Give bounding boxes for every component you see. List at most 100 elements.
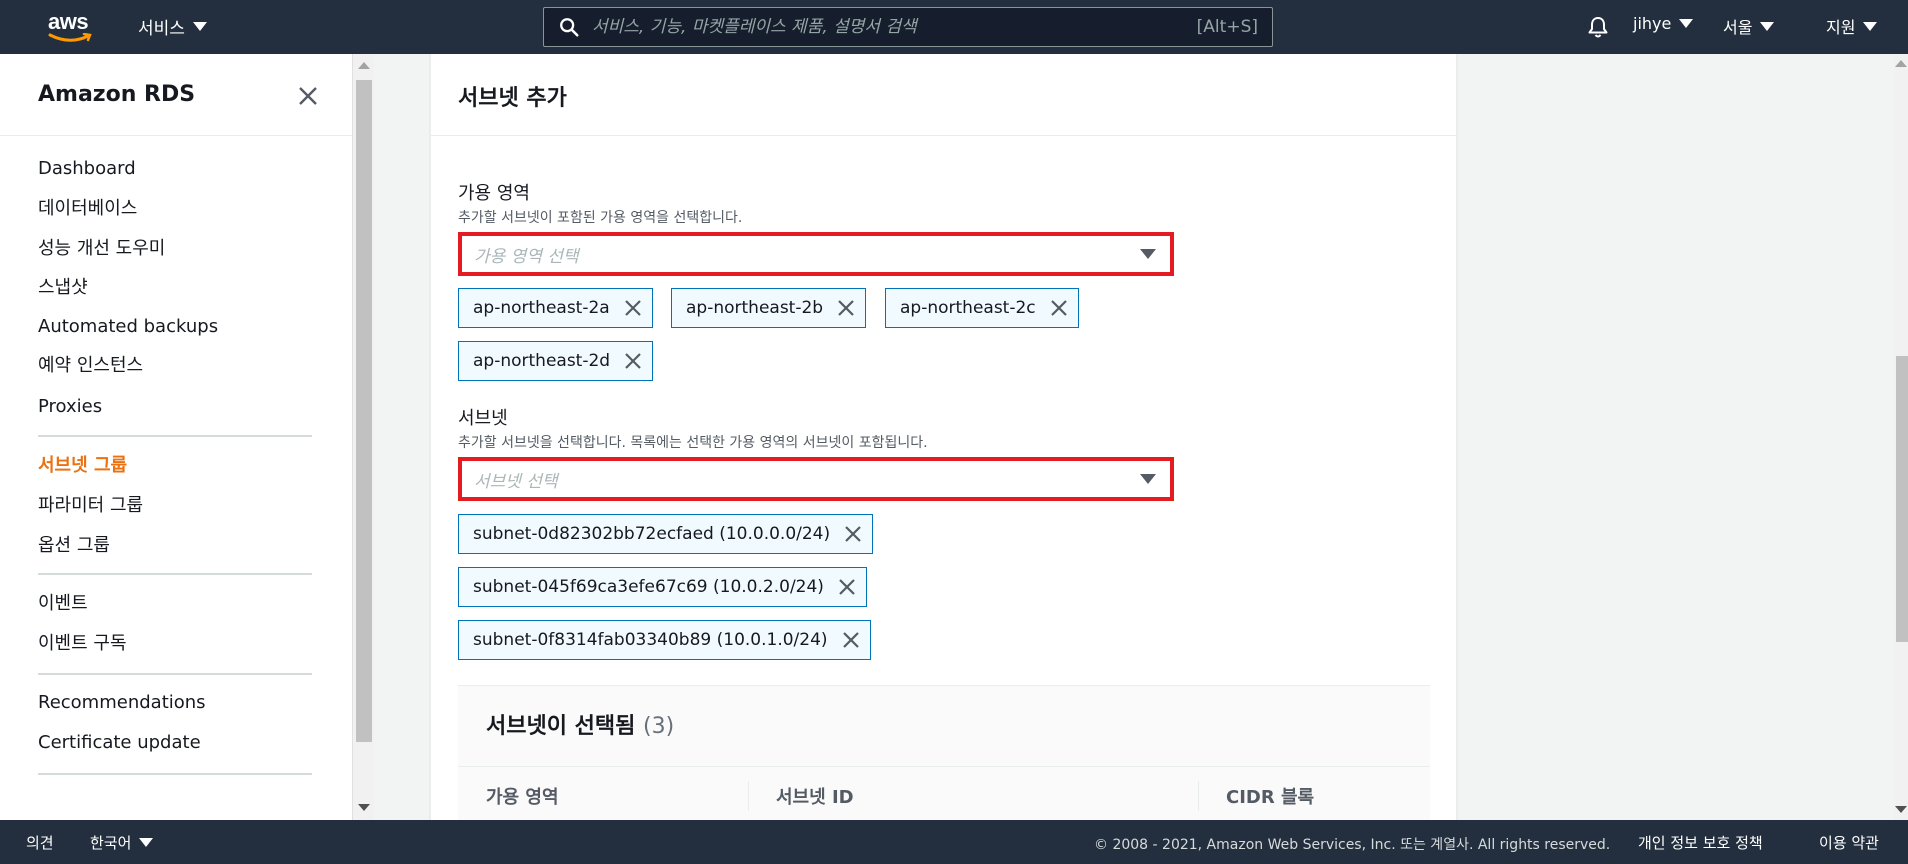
subnet-field-label: 서브넷 [458,408,508,429]
aws-smile-icon [48,33,92,42]
token-label: subnet-0f8314fab03340b89 (10.0.1.0/24) [473,630,828,650]
remove-token-icon[interactable] [835,297,857,319]
scroll-up-arrow-icon[interactable] [358,62,370,69]
token-label: ap-northeast-2d [473,351,611,371]
sidebar-title: Amazon RDS [38,82,196,107]
remove-token-icon[interactable] [842,523,864,545]
sidebar-item-subnet-groups[interactable]: 서브넷 그룹 [38,451,127,477]
terms-link[interactable]: 이용 약관 [1819,832,1879,853]
remove-token-icon[interactable] [1048,297,1070,319]
sidebar-item-recommendations[interactable]: Recommendations [38,692,206,713]
remove-token-icon[interactable] [836,576,858,598]
top-navigation-bar: aws 서비스 [Alt+S] jihye 서울 지원 [0,0,1908,54]
sidebar-header: Amazon RDS [0,54,352,136]
table-header-row: 가용 영역 서브넷 ID CIDR 블록 [458,766,1430,821]
column-header-subnet-id[interactable]: 서브넷 ID [776,783,854,809]
sidebar-divider [38,773,312,775]
services-menu[interactable]: 서비스 [138,14,207,39]
az-token: ap-northeast-2b [671,288,867,328]
az-token: ap-northeast-2d [458,341,654,381]
column-divider [1198,781,1199,811]
scroll-up-arrow-icon[interactable] [1895,60,1907,67]
sidebar-divider [38,435,312,437]
sidebar-item-dashboard[interactable]: Dashboard [38,158,136,179]
subnet-token: subnet-0f8314fab03340b89 (10.0.1.0/24) [458,620,871,660]
subnet-token: subnet-045f69ca3efe67c69 (10.0.2.0/24) [458,567,867,607]
services-label: 서비스 [138,19,185,39]
sidebar-scrollbar[interactable] [352,54,374,820]
subnet-token: subnet-0d82302bb72ecfaed (10.0.0.0/24) [458,514,874,554]
scrollbar-thumb[interactable] [1896,356,1908,642]
user-label: jihye [1633,14,1672,33]
sidebar-item-databases[interactable]: 데이터베이스 [38,194,137,220]
close-icon[interactable] [296,84,320,108]
az-token: ap-northeast-2a [458,288,653,328]
remove-token-icon[interactable] [622,350,644,372]
az-select-placeholder: 가용 영역 선택 [474,246,579,267]
column-header-az[interactable]: 가용 영역 [486,783,559,809]
az-field-label: 가용 영역 [458,183,530,204]
feedback-link[interactable]: 의견 [26,832,54,853]
az-token: ap-northeast-2c [885,288,1079,328]
token-label: subnet-0d82302bb72ecfaed (10.0.0.0/24) [473,524,831,544]
chevron-down-icon [139,838,154,847]
scroll-down-arrow-icon[interactable] [1895,806,1907,813]
subnet-select[interactable]: 서브넷 선택 [458,457,1174,501]
token-label: ap-northeast-2a [473,298,610,318]
region-menu[interactable]: 서울 [1723,14,1775,38]
support-label: 지원 [1826,18,1856,37]
user-menu[interactable]: jihye [1633,14,1694,33]
sidebar-divider [38,673,312,675]
scroll-down-arrow-icon[interactable] [358,804,370,811]
sidebar-item-option-groups[interactable]: 옵션 그룹 [38,531,110,557]
chevron-down-icon [1679,19,1694,28]
sidebar-item-snapshots[interactable]: 스냅샷 [38,273,88,299]
selected-subnets-count: (3) [643,714,675,739]
chevron-down-icon [1863,21,1878,31]
region-label: 서울 [1723,18,1753,37]
sidebar-item-event-subscriptions[interactable]: 이벤트 구독 [38,629,127,655]
column-header-cidr[interactable]: CIDR 블록 [1226,783,1314,809]
token-label: subnet-045f69ca3efe67c69 (10.0.2.0/24) [473,577,824,597]
chevron-down-icon [192,22,207,31]
aws-logo-text: aws [48,9,89,34]
aws-logo[interactable]: aws [48,9,96,42]
token-label: ap-northeast-2c [900,298,1036,318]
footer-bar: 의견 한국어 © 2008 - 2021, Amazon Web Service… [0,820,1908,864]
sidebar-divider [38,573,312,575]
support-menu[interactable]: 지원 [1826,14,1878,38]
selected-subnets-heading: 서브넷이 선택됨 [486,714,636,739]
sidebar-item-parameter-groups[interactable]: 파라미터 그룹 [38,491,143,517]
sidebar-item-proxies[interactable]: Proxies [38,396,102,417]
az-select[interactable]: 가용 영역 선택 [458,232,1174,276]
search-input[interactable] [592,17,1197,37]
remove-token-icon[interactable] [622,297,644,319]
language-label: 한국어 [90,834,132,852]
scrollbar-thumb[interactable] [356,80,372,742]
sidebar-item-events[interactable]: 이벤트 [38,589,88,615]
notification-bell-icon[interactable] [1586,15,1610,39]
sidebar-item-automated-backups[interactable]: Automated backups [38,316,218,337]
sidebar-item-certificate-update[interactable]: Certificate update [38,732,201,753]
token-label: ap-northeast-2b [686,298,824,318]
search-shortcut-hint: [Alt+S] [1196,17,1258,37]
subnet-select-placeholder: 서브넷 선택 [474,471,558,492]
az-field-description: 추가할 서브넷이 포함된 가용 영역을 선택합니다. [458,210,743,226]
global-search[interactable]: [Alt+S] [543,7,1273,47]
page-scrollbar[interactable] [1894,54,1908,820]
sidebar: Amazon RDS Dashboard 데이터베이스 성능 개선 도우미 스냅… [0,54,352,820]
caret-down-icon [1140,249,1156,259]
panel-title: 서브넷 추가 [458,86,567,111]
panel-header: 서브넷 추가 [431,54,1456,136]
subnet-field-description: 추가할 서브넷을 선택합니다. 목록에는 선택한 가용 영역의 서브넷이 포함됩… [458,435,928,451]
chevron-down-icon [1760,21,1775,31]
selected-subnets-title: 서브넷이 선택됨 (3) [486,708,674,740]
privacy-policy-link[interactable]: 개인 정보 보호 정책 [1638,832,1763,853]
language-selector[interactable]: 한국어 [90,832,154,853]
add-subnets-panel: 서브넷 추가 가용 영역 추가할 서브넷이 포함된 가용 영역을 선택합니다. … [430,54,1457,821]
copyright-text: © 2008 - 2021, Amazon Web Services, Inc.… [1094,837,1611,853]
remove-token-icon[interactable] [840,629,862,651]
sidebar-item-performance-insights[interactable]: 성능 개선 도우미 [38,234,165,260]
column-divider [748,781,749,811]
sidebar-item-reserved-instances[interactable]: 예약 인스턴스 [38,351,143,377]
